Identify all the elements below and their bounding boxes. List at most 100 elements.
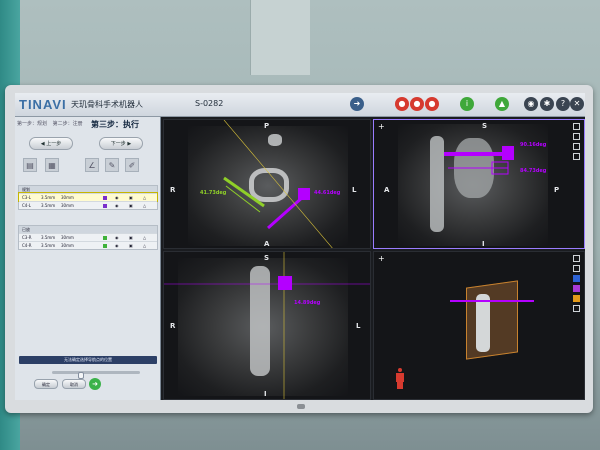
blue-layer-icon[interactable] [573, 275, 580, 282]
sagittal-tools [573, 123, 581, 163]
planned-table: 已放 C3-R 3.5mm 30mm ◉ ▣ △ C4-R 3.5mm 30mm ◉ ▣ △ [18, 225, 158, 250]
row-length: 30mm [61, 243, 74, 248]
lock-icon[interactable]: ▣ [129, 202, 133, 210]
orient-bottom: I [482, 240, 485, 248]
3d-tools [573, 255, 581, 315]
row-length: 30mm [61, 203, 74, 208]
app-title: 天玑骨科手术机器人 [71, 100, 143, 109]
settings-icon[interactable]: ✱ [540, 97, 554, 111]
coronal-robot-marker [278, 276, 292, 290]
robot-red-icon-2[interactable]: ● [410, 97, 424, 111]
expand-icon[interactable] [573, 123, 580, 130]
eye-icon[interactable]: ◉ [115, 202, 119, 210]
row-name: C4-L [22, 203, 32, 208]
zoom-in-icon[interactable]: + [378, 254, 385, 263]
robot-red-icon-3[interactable]: ● [425, 97, 439, 111]
row-diameter: 3.5mm [41, 243, 56, 248]
robot-end-marker [298, 188, 310, 200]
document-icon[interactable]: ▤ [23, 158, 37, 172]
info-icon[interactable]: i [460, 97, 474, 111]
layers-icon[interactable] [573, 265, 580, 272]
prev-step-button[interactable]: ◀ 上一步 [29, 137, 73, 150]
purple-layer-icon[interactable] [573, 285, 580, 292]
trajectory-table: 规划 C3-L 3.5mm 30mm ◉ ▣ △ C4-L 3.5mm 30mm ◉ ▣ △ [18, 185, 158, 210]
patient-orientation-figure [396, 368, 404, 390]
close-icon[interactable]: ✕ [570, 97, 584, 111]
orient-right: P [554, 186, 560, 194]
coronal-trajectories [164, 252, 370, 399]
table-row[interactable]: C3-R 3.5mm 30mm ◉ ▣ △ [19, 233, 157, 241]
camera-icon[interactable]: ◉ [524, 97, 538, 111]
print-icon[interactable]: ▦ [45, 158, 59, 172]
monitor-logo [297, 404, 305, 409]
angle-icon[interactable]: ∠ [85, 158, 99, 172]
lock-icon[interactable]: ▣ [129, 242, 133, 250]
3d-trajectory-line [450, 300, 534, 302]
orient-top: S [264, 254, 270, 262]
step-2[interactable]: 第二步：注册 [53, 120, 83, 127]
3d-spine-model [476, 294, 490, 352]
planned-table-header: 已放 [19, 226, 157, 233]
coronal-angle: 14.89deg [294, 300, 321, 306]
3d-slice-plane [466, 280, 518, 360]
axial-angle-right: 44.61deg [314, 190, 341, 196]
monitor: TINAVI 天玑骨科手术机器人 S-0282 ➜ ● ● ● i ▲ ◉ ✱? ✕ 第一步：规… [5, 85, 593, 413]
status-bar: 无法确定选择导航点的位置 [19, 356, 157, 364]
3d-view[interactable]: + [373, 251, 585, 400]
row-diameter: 3.5mm [41, 203, 56, 208]
delete-icon[interactable]: △ [143, 202, 146, 210]
help-icon[interactable]: ? [556, 97, 570, 111]
tracker-icon[interactable]: ▲ [495, 97, 509, 111]
orient-right: L [352, 186, 357, 194]
screen: TINAVI 天玑骨科手术机器人 S-0282 ➜ ● ● ● i ▲ ◉ ✱? ✕ 第一步：规… [15, 93, 585, 400]
orient-bottom: I [264, 390, 267, 398]
row-color-chip [103, 196, 107, 200]
coronal-view[interactable]: 14.89deg S I R L [163, 251, 371, 400]
sagittal-view[interactable]: + 90.16deg 84.73deg S I A P [373, 119, 585, 249]
screw-trajectory-right [267, 194, 305, 230]
sagittal-angle-2: 84.73deg [520, 168, 547, 174]
navigate-icon[interactable]: ➜ [350, 97, 364, 111]
orient-top: S [482, 122, 488, 130]
eye-icon[interactable]: ◉ [115, 242, 119, 250]
next-step-button[interactable]: 下一步 ▶ [99, 137, 143, 150]
row-name: C4-R [22, 243, 32, 248]
cancel-button[interactable]: 取消 [62, 379, 86, 389]
nav-row: ◀ 上一步 下一步 ▶ [19, 137, 157, 153]
step-1[interactable]: 第一步：规划 [17, 120, 47, 127]
delete-icon[interactable]: △ [143, 242, 146, 250]
prev-step-label: 上一步 [46, 141, 62, 147]
table-row[interactable]: C4-L 3.5mm 30mm ◉ ▣ △ [19, 201, 157, 209]
orange-layer-icon[interactable] [573, 295, 580, 302]
top-bar: TINAVI 天玑骨科手术机器人 S-0282 ➜ ● ● ● i ▲ ◉ ✱? ✕ [15, 93, 585, 117]
brightness-icon[interactable] [573, 143, 580, 150]
confirm-button[interactable]: 确定 [34, 379, 58, 389]
table-row[interactable]: C3-L 3.5mm 30mm ◉ ▣ △ [18, 192, 158, 202]
layers-icon[interactable] [573, 133, 580, 140]
sagittal-angle-1: 90.16deg [520, 142, 547, 148]
brand-logo: TINAVI [19, 97, 67, 112]
orient-top: P [264, 122, 270, 130]
sagittal-trajectories [444, 146, 514, 175]
edit-icon[interactable]: ✐ [125, 158, 139, 172]
tools-row: ▤ ▦ ∠ ✎ ✐ [19, 158, 157, 174]
grid-icon[interactable] [573, 153, 580, 160]
left-panel: 第一步：规划 第二步：注册 第三步：执行 ◀ 上一步 下一步 ▶ ▤ ▦ ∠ ✎… [15, 117, 161, 400]
robot-red-icon-1[interactable]: ● [395, 97, 409, 111]
pencil-icon[interactable]: ✎ [105, 158, 119, 172]
current-step: 第三步：执行 [91, 120, 139, 129]
axial-view[interactable]: 41.73deg 44.61deg P A R L [163, 119, 371, 249]
orient-bottom: A [264, 240, 270, 248]
execute-icon[interactable]: ➜ [89, 378, 101, 390]
row-color-chip [103, 236, 107, 240]
table-row[interactable]: C4-R 3.5mm 30mm ◉ ▣ △ [19, 241, 157, 249]
planned-screw-left [223, 176, 265, 208]
reset-icon[interactable] [573, 305, 580, 312]
trajectory-table-header: 规划 [19, 186, 157, 193]
expand-icon[interactable] [573, 255, 580, 262]
sagittal-robot-marker [502, 146, 514, 160]
slider-thumb[interactable] [78, 372, 85, 379]
orient-left: R [170, 186, 176, 194]
row-color-chip [103, 204, 107, 208]
slider-track[interactable] [52, 371, 140, 379]
